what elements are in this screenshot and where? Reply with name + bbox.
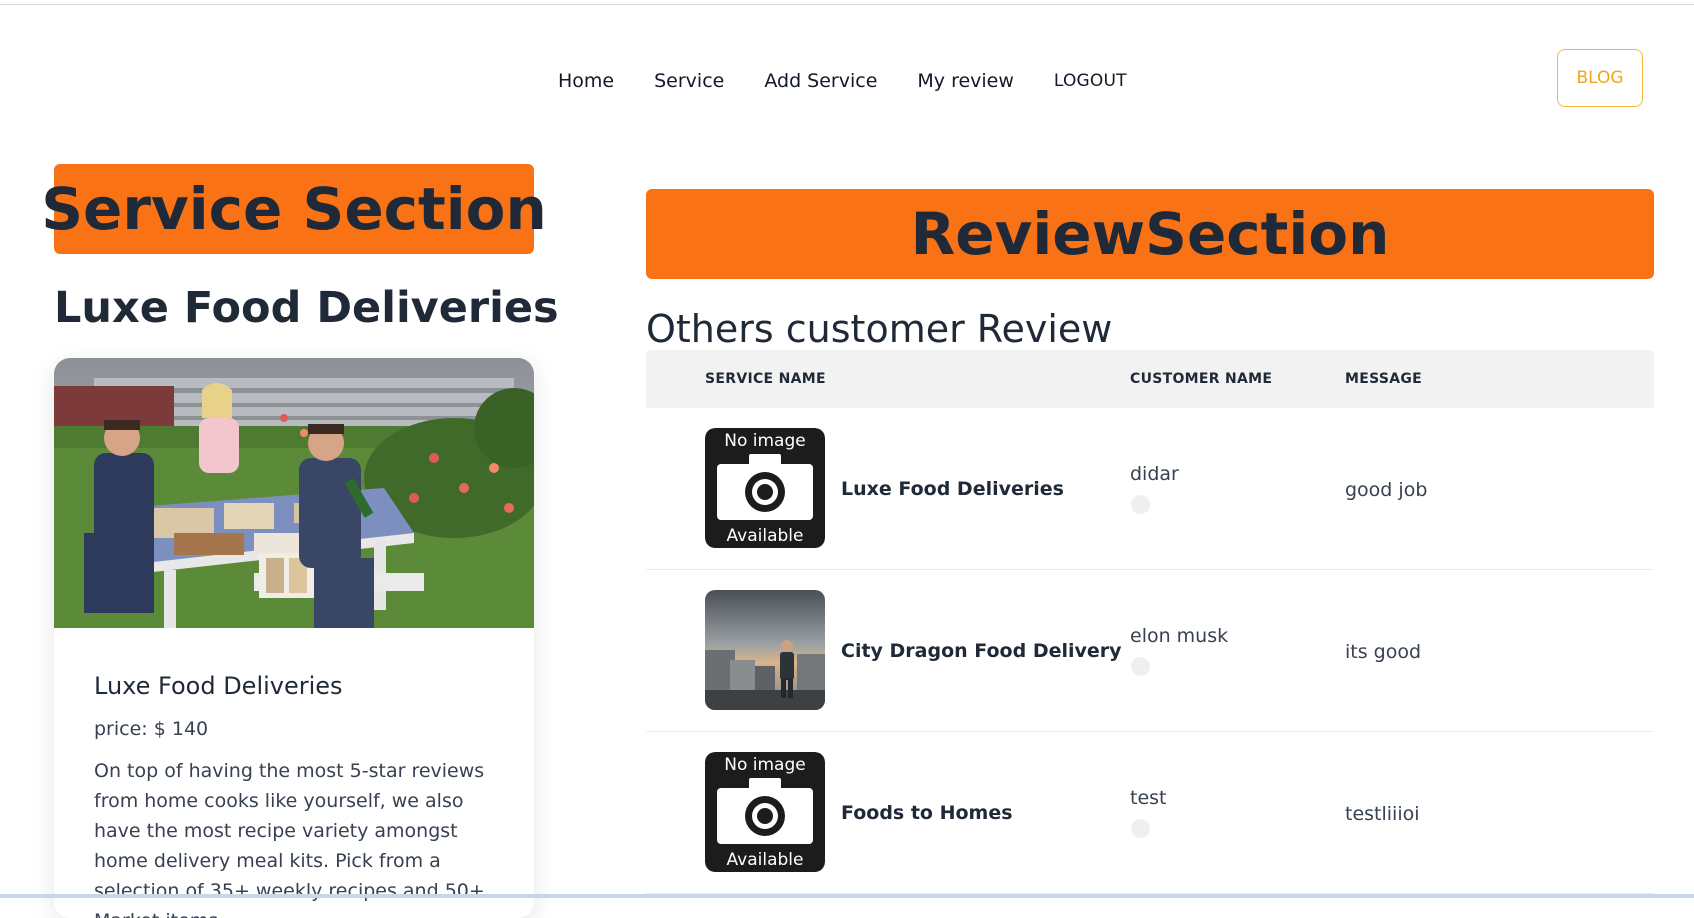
table-row: City Dragon Food Delivery elon musk its … [646,570,1654,732]
service-card: Luxe Food Deliveries price: $ 140 On top… [54,358,534,918]
no-image-text-top: No image [724,755,805,775]
review-subheading: Others customer Review [646,307,1113,351]
review-message: testliiioi [1345,803,1420,825]
customer-avatar [1131,819,1150,838]
service-card-image [54,358,534,628]
nav-home-link[interactable]: Home [558,70,614,92]
bottom-divider [0,894,1694,898]
no-image-icon: No image Available [705,752,825,872]
service-thumbnail-photo [705,590,825,710]
table-header: SERVICE NAME CUSTOMER NAME MESSAGE [646,350,1654,408]
review-message: good job [1345,479,1428,501]
navbar: Home Service Add Service My review LOGOU… [0,48,1694,112]
column-header-customer-name: CUSTOMER NAME [1130,371,1273,387]
review-customer-name: elon musk [1130,625,1229,647]
nav-my-review-link[interactable]: My review [917,70,1014,92]
no-image-text-bottom: Available [727,526,804,546]
customer-avatar [1131,657,1150,676]
no-image-text-top: No image [724,431,805,451]
review-message: its good [1345,641,1422,663]
nav-service-link[interactable]: Service [654,70,724,92]
review-customer-name: test [1130,787,1167,809]
table-row: No image Available Luxe Food Deliveries … [646,408,1654,570]
review-service-name: City Dragon Food Delivery [841,640,1122,662]
customer-avatar [1131,495,1150,514]
no-image-icon: No image Available [705,428,825,548]
nav-links: Home Service Add Service My review LOGOU… [558,70,1167,92]
blog-button[interactable]: BLOG [1557,49,1643,107]
review-customer-name: didar [1130,463,1179,485]
nav-logout-link[interactable]: LOGOUT [1054,71,1127,91]
column-header-message: MESSAGE [1345,371,1423,387]
service-section-banner: Service Section [41,164,547,254]
no-image-text-bottom: Available [727,850,804,870]
review-section-banner: ReviewSection [646,189,1654,279]
service-heading: Luxe Food Deliveries [54,283,559,333]
column-header-service-name: SERVICE NAME [705,371,826,387]
service-card-price: price: $ 140 [94,718,209,740]
service-card-title: Luxe Food Deliveries [94,672,343,700]
reviews-table: SERVICE NAME CUSTOMER NAME MESSAGE No im… [646,350,1654,894]
table-row: No image Available Foods to Homes test t… [646,732,1654,894]
review-service-name: Luxe Food Deliveries [841,478,1064,500]
nav-add-service-link[interactable]: Add Service [764,70,877,92]
review-service-name: Foods to Homes [841,802,1013,824]
top-divider [0,4,1694,5]
